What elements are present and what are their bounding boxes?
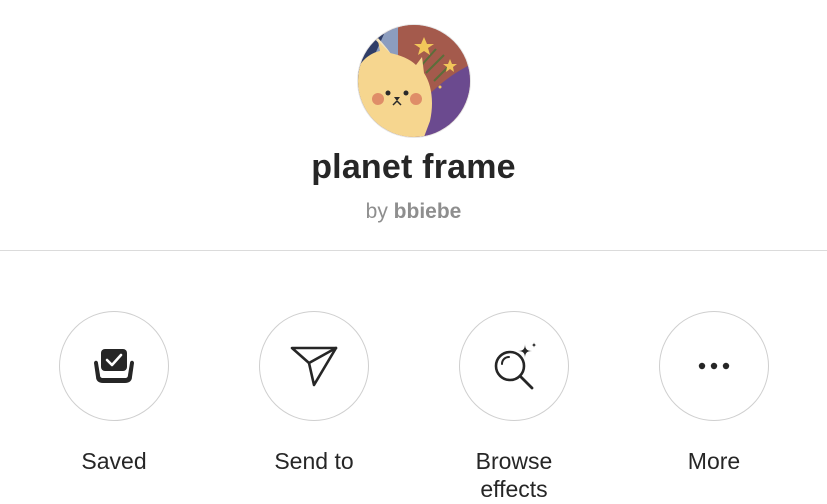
saved-label: Saved <box>81 448 147 474</box>
effect-avatar[interactable] <box>358 25 470 137</box>
byline-prefix: by <box>365 200 388 223</box>
more-button-circle[interactable] <box>659 311 769 421</box>
search-sparkle-icon <box>494 342 537 390</box>
ellipsis-icon <box>698 362 730 370</box>
browse-effects-button-circle[interactable] <box>459 311 569 421</box>
browse-effects-button[interactable]: Browse effects <box>444 311 584 503</box>
divider <box>0 250 827 251</box>
saved-bookmark-icon <box>94 349 134 383</box>
more-button[interactable]: More <box>644 311 784 475</box>
effect-title: planet frame <box>311 148 516 186</box>
author-link[interactable]: bbiebe <box>394 200 462 223</box>
more-label: More <box>687 448 741 474</box>
send-to-label: Send to <box>274 448 354 474</box>
send-to-button[interactable]: Send to <box>244 311 384 475</box>
paper-plane-icon <box>290 346 338 387</box>
bear-planet-avatar-icon <box>358 25 470 137</box>
effect-header: planet frame by bbiebe <box>0 0 827 251</box>
saved-button[interactable]: Saved <box>44 311 184 475</box>
send-to-button-circle[interactable] <box>259 311 369 421</box>
effect-byline: by bbiebe <box>0 200 827 224</box>
saved-button-circle[interactable] <box>59 311 169 421</box>
browse-effects-label: Browse effects <box>475 448 553 502</box>
